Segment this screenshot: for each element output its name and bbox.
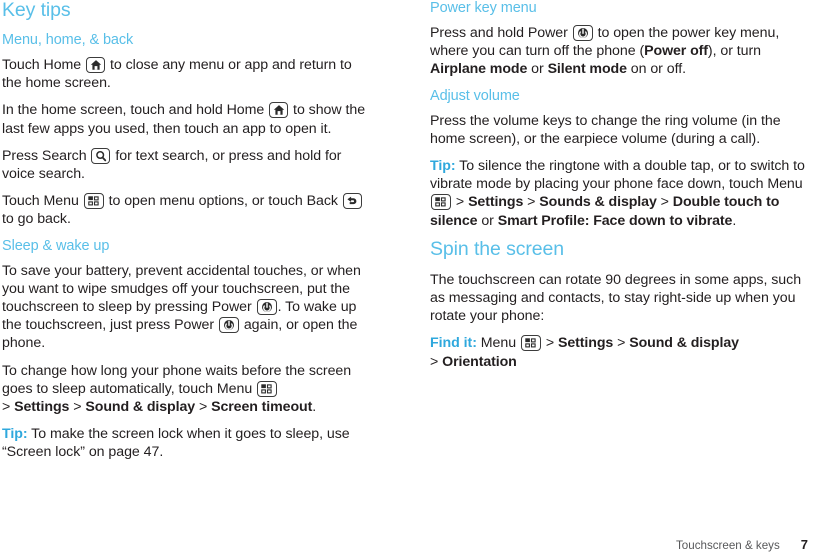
back-key-icon [342, 193, 362, 210]
path-separator: > [455, 194, 465, 211]
path-item-settings: Settings [558, 335, 614, 352]
text-run: or [477, 212, 498, 229]
menu-key-icon [431, 194, 451, 211]
find-it-orientation: Find it: Menu > Settings > Sound & displ… [430, 334, 807, 370]
path-item-sounds-display: Sounds & display [539, 194, 657, 211]
text-run: on or off. [626, 61, 687, 78]
paragraph-press-search: Press Search for text search, or press a… [2, 147, 373, 183]
text-run: To make the screen lock when it goes to … [2, 426, 350, 461]
paragraph-hold-home: In the home screen, touch and hold Home … [2, 101, 373, 137]
tip-screen-lock: Tip: To make the screen lock when it goe… [2, 425, 373, 461]
footer-page-number: 7 [800, 537, 808, 552]
path-item-settings: Settings [468, 194, 524, 211]
text-run: In the home screen, touch and hold Home [2, 102, 269, 119]
search-key-icon [91, 147, 111, 164]
power-key-icon [572, 25, 593, 41]
text-run: or [527, 61, 548, 78]
text-run: . [312, 399, 317, 416]
power-key-icon [256, 299, 277, 316]
paragraph-rotate-screen: The touchscreen can rotate 90 degrees in… [430, 271, 802, 325]
path-item-sound-display: Sound & display [85, 399, 196, 416]
menu-key-icon [83, 193, 104, 210]
power-key-icon [218, 317, 239, 334]
paragraph-screen-timeout-path: To change how long your phone waits befo… [2, 362, 373, 417]
path-item-smart-profile-face-down: Smart Profile: Face down to vibrate [497, 212, 733, 229]
text-run: ), or turn [707, 43, 762, 60]
text-run: Touch Menu [2, 193, 83, 210]
path-separator: > [430, 353, 439, 370]
footer-chapter-title: Touchscreen & keys [676, 539, 780, 552]
path-separator: > [527, 194, 536, 211]
text-run: To change how long your phone waits befo… [2, 362, 352, 397]
path-separator: > [545, 335, 555, 352]
find-it-label: Find it: [430, 335, 477, 352]
path-item-sound-display: Sound & display [629, 335, 739, 352]
heading-adjust-volume: Adjust volume [430, 87, 520, 104]
tip-label: Tip: [430, 158, 456, 175]
paragraph-touch-menu-back: Touch Menu to open menu options, or touc… [2, 192, 373, 228]
home-key-icon [86, 57, 106, 73]
path-item-screen-timeout: Screen timeout [211, 399, 313, 416]
tip-label: Tip: [2, 426, 28, 443]
heading-menu-home-back: Menu, home, & back [2, 32, 134, 48]
page-title: Key tips [2, 0, 71, 21]
option-silent-mode: Silent mode [547, 61, 627, 78]
text-run: Press and hold Power [430, 25, 572, 41]
path-separator: > [617, 335, 626, 352]
menu-key-icon [257, 380, 278, 397]
heading-sleep-wake-up: Sleep & wake up [2, 237, 110, 254]
paragraph-sleep-power: To save your battery, prevent accidental… [2, 262, 373, 353]
path-separator: > [73, 399, 82, 416]
path-separator: > [198, 399, 208, 416]
tip-silence-ringtone: Tip: To silence the ringtone with a doub… [430, 157, 807, 230]
text-run: Touch Home [2, 57, 86, 73]
home-key-icon [269, 102, 289, 119]
text-run: . [732, 212, 737, 229]
page-footer: Touchscreen & keys 7 [0, 537, 817, 552]
text-run: To silence the ringtone with a double ta… [430, 158, 805, 193]
text-run: Menu [476, 335, 520, 352]
paragraph-touch-home: Touch Home to close any menu or app and … [2, 56, 373, 92]
option-power-off: Power off [644, 43, 708, 60]
section-title-spin-the-screen: Spin the screen [430, 237, 565, 260]
path-item-orientation: Orientation [442, 353, 517, 370]
right-column: Power key menu Press and hold Power to o… [400, 0, 817, 530]
text-run: to open menu options, or touch Back [104, 193, 342, 210]
path-separator: > [2, 399, 11, 416]
paragraph-volume-keys: Press the volume keys to change the ring… [430, 112, 781, 147]
text-run: to go back. [2, 211, 71, 228]
two-column-body: Key tips Menu, home, & back Touch Home t… [0, 0, 817, 530]
path-separator: > [660, 194, 669, 211]
paragraph-power-key-menu: Press and hold Power to open the power k… [430, 24, 807, 79]
menu-key-icon [520, 335, 541, 352]
heading-power-key-menu: Power key menu [430, 0, 537, 16]
option-airplane-mode: Airplane mode [430, 61, 528, 78]
path-item-settings: Settings [14, 399, 70, 416]
manual-page: Key tips Menu, home, & back Touch Home t… [0, 0, 817, 559]
text-run: Press Search [2, 147, 91, 164]
left-column: Key tips Menu, home, & back Touch Home t… [0, 0, 400, 530]
